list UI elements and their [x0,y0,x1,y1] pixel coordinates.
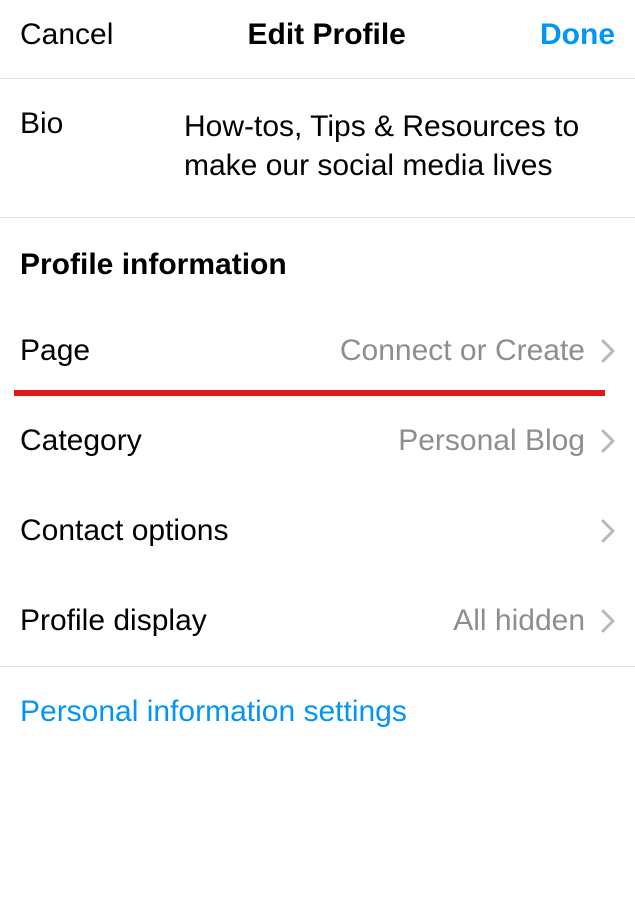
personal-information-settings-link[interactable]: Personal information settings [0,667,635,757]
chevron-right-icon [601,609,615,633]
category-row[interactable]: Category Personal Blog [0,396,635,486]
category-label: Category [20,424,398,458]
profile-information-header: Profile information [0,218,635,306]
profile-display-label: Profile display [20,604,453,638]
page-title: Edit Profile [248,18,406,52]
page-value: Connect or Create [340,334,585,368]
page-row[interactable]: Page Connect or Create [0,306,635,396]
chevron-right-icon [601,339,615,363]
contact-options-label: Contact options [20,514,585,548]
cancel-button[interactable]: Cancel [20,18,113,52]
bio-row[interactable]: Bio How-tos, Tips & Resources to make ou… [0,79,635,218]
category-value: Personal Blog [398,424,585,458]
edit-profile-header: Cancel Edit Profile Done [0,0,635,79]
bio-label: Bio [20,107,184,141]
bio-value: How-tos, Tips & Resources to make our so… [184,107,615,185]
chevron-right-icon [601,519,615,543]
chevron-right-icon [601,429,615,453]
contact-options-row[interactable]: Contact options [0,486,635,576]
page-label: Page [20,334,340,368]
profile-display-row[interactable]: Profile display All hidden [0,576,635,666]
personal-information-settings-label: Personal information settings [20,695,407,728]
profile-display-value: All hidden [453,604,585,638]
done-button[interactable]: Done [540,18,615,52]
